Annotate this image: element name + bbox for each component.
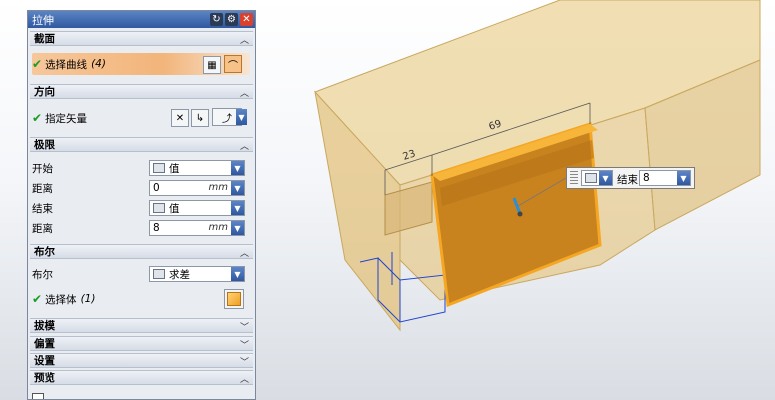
chevron-down-icon[interactable]: ▼ [677, 171, 690, 185]
curve-select-icon[interactable]: ⌒ [224, 55, 242, 73]
section-header-label: 极限 [34, 139, 55, 151]
specify-vector-label: 指定矢量 [45, 112, 88, 125]
end-mode-dropdown[interactable]: 值 ▼ [149, 200, 245, 216]
select-body-button[interactable] [224, 289, 244, 309]
chevron-down-icon[interactable]: ▼ [231, 267, 244, 281]
section-header-draft[interactable]: 拔模 ﹀ [30, 318, 253, 333]
select-body-label: 选择体 [45, 293, 77, 306]
section-header-label: 预览 [34, 372, 55, 384]
check-icon: ✔ [32, 111, 43, 125]
chevron-up-icon[interactable]: ︿ [240, 246, 249, 259]
preview-checkbox[interactable] [32, 393, 44, 399]
chevron-down-icon[interactable]: ▼ [231, 161, 244, 175]
float-end-value[interactable]: 8 ▼ [639, 170, 691, 186]
start-distance-input[interactable]: 0 mm ▼ [149, 180, 245, 196]
select-curve-count: (4) [91, 58, 106, 70]
section-header-label: 方向 [34, 86, 55, 98]
sketch-section-icon[interactable]: ▦ [203, 56, 221, 74]
section-header-boolean[interactable]: 布尔 ︿ [30, 244, 253, 259]
section-header-label: 布尔 [34, 246, 55, 258]
section-header-preview[interactable]: 预览 ︿ [30, 370, 253, 385]
unit-label: mm [208, 222, 228, 233]
float-end-value-text: 8 [643, 172, 650, 184]
select-body-count: (1) [80, 293, 96, 305]
dialog-title-bar[interactable]: 拉伸 ↻ ⚙ ✕ [28, 11, 255, 28]
end-label: 结束 [32, 202, 53, 215]
section-header-settings[interactable]: 设置 ﹀ [30, 353, 253, 368]
start-mode-dropdown[interactable]: 值 ▼ [149, 160, 245, 176]
section-header-label: 截面 [34, 33, 55, 45]
chevron-down-icon[interactable]: ﹀ [240, 338, 249, 351]
section-header-limits[interactable]: 极限 ︿ [30, 137, 253, 152]
chevron-down-icon[interactable]: ﹀ [240, 320, 249, 333]
vector-dialog-icon[interactable]: ↳ [191, 109, 209, 127]
section-header-offset[interactable]: 偏置 ﹀ [30, 336, 253, 351]
end-distance-value: 8 [153, 222, 160, 234]
float-mode-dropdown[interactable]: ▼ [581, 170, 613, 186]
cube-icon [227, 292, 241, 306]
reverse-direction-icon[interactable]: ✕ [171, 109, 189, 127]
chevron-down-icon[interactable]: ▼ [231, 181, 244, 195]
float-end-label: 结束 [617, 174, 638, 186]
start-label: 开始 [32, 162, 53, 175]
chevron-up-icon[interactable]: ︿ [240, 139, 249, 152]
value-icon [153, 163, 165, 173]
select-body-row[interactable]: ✔ 选择体 (1) [32, 289, 252, 309]
start-mode-value: 值 [169, 162, 180, 175]
chevron-up-icon[interactable]: ︿ [240, 86, 249, 99]
reset-icon[interactable]: ↻ [210, 13, 223, 26]
end-mode-value: 值 [169, 202, 180, 215]
boolean-value: 求差 [169, 268, 190, 281]
chevron-up-icon[interactable]: ︿ [240, 372, 249, 385]
section-header-label: 拔模 [34, 320, 55, 332]
value-icon [153, 203, 165, 213]
preview-row [32, 389, 252, 399]
start-distance-label: 距离 [32, 182, 53, 195]
vector-axis-icon: ⤴ [222, 113, 232, 125]
section-header-direction[interactable]: 方向 ︿ [30, 84, 253, 99]
grip-handle[interactable] [570, 171, 578, 185]
section-header-section[interactable]: 截面 ︿ [30, 31, 253, 46]
chevron-down-icon[interactable]: ▼ [231, 221, 244, 235]
section-header-label: 偏置 [34, 338, 55, 350]
boolean-label: 布尔 [32, 268, 53, 281]
floating-end-input: ▼ 结束 8 ▼ [566, 167, 695, 189]
start-distance-value: 0 [153, 182, 160, 194]
chevron-down-icon[interactable]: ▼ [236, 109, 247, 125]
boolean-dropdown[interactable]: 求差 ▼ [149, 266, 245, 282]
select-curve-label: 选择曲线 [45, 58, 88, 71]
chevron-down-icon[interactable]: ▼ [231, 201, 244, 215]
end-distance-input[interactable]: 8 mm ▼ [149, 220, 245, 236]
unit-label: mm [208, 182, 228, 193]
value-icon [585, 173, 597, 183]
end-distance-label: 距离 [32, 222, 53, 235]
check-icon: ✔ [32, 57, 43, 71]
section-header-label: 设置 [34, 355, 55, 367]
dialog-title: 拉伸 [32, 13, 54, 27]
chevron-down-icon[interactable]: ﹀ [240, 355, 249, 368]
extrude-dialog: 拉伸 ↻ ⚙ ✕ 截面 ︿ ✔ 选择曲线 (4) ▦ ⌒ 方向 ︿ ✔ 指定矢量… [27, 10, 256, 400]
chevron-down-icon[interactable]: ▼ [599, 171, 612, 185]
chevron-up-icon[interactable]: ︿ [240, 33, 249, 46]
drag-handle-origin[interactable] [517, 211, 523, 217]
close-icon[interactable]: ✕ [240, 13, 253, 26]
check-icon: ✔ [32, 292, 43, 306]
gear-icon[interactable]: ⚙ [225, 13, 238, 26]
subtract-icon [153, 269, 165, 279]
